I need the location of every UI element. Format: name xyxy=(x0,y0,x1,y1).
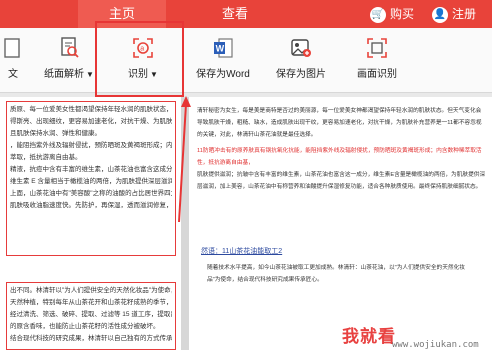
toolbar: 文 纸面解析 ▼ a 识别 ▼ W 保存为Word 保存为图片 画面识别 xyxy=(0,28,492,93)
register-button[interactable]: 👤 注册 xyxy=(432,0,476,28)
recognized-paragraph: 随着技术水平提高，如今山茶花油被取工更加成熟。林清轩：山茶花油，以"为人们提供安… xyxy=(207,265,465,283)
recognized-paragraph-highlight: 11防晒冲击有的原养肤真有钢抗氧化抗能，能阻挡紫外线及辐射侵扰，预防晒斑及黄褐斑… xyxy=(197,148,482,166)
paper-search-icon xyxy=(61,37,79,58)
word-icon: W xyxy=(214,38,233,58)
save-as-word-label: 保存为Word xyxy=(196,69,250,80)
text-line: 的原含香味，也能防止山茶花籽的活性成分被破坏。 xyxy=(10,323,160,330)
paper-parse-label: 纸面解析 xyxy=(44,69,85,80)
text-line: ，能阻挡紫外线及辐射侵扰，预防晒斑及黄褐斑形成；内含糯质 xyxy=(10,142,172,149)
save-as-image-label: 保存为图片 xyxy=(276,69,326,80)
top-menu-bar: 主页 查看 🛒 购买 👤 注册 xyxy=(0,0,492,28)
text-block: 出不同。林清轩以"为人们提供安全的天然化妆品"为使命，从 天然种植，特别每年从山茶… xyxy=(7,283,175,347)
watermark-url: www.wojiukan.com xyxy=(392,340,479,350)
save-as-word-button[interactable]: W 保存为Word xyxy=(188,36,258,80)
paper-parse-button[interactable]: 纸面解析 ▼ xyxy=(34,36,104,80)
screen-capture-icon xyxy=(367,38,387,58)
text-line: 且肌肤保持水润、弹性和健康。 xyxy=(10,130,101,137)
chevron-down-icon[interactable]: ▼ xyxy=(86,70,94,79)
screen-recognize-button[interactable]: 画面识别 xyxy=(342,36,412,80)
text-line: 维生素 E 含量相当于橄榄油的两倍，为肌肤提供深层滋润，加 xyxy=(10,178,172,185)
watermark-text: 我就看 xyxy=(342,327,396,346)
document-icon xyxy=(4,38,20,58)
text-line: 经过清洗、筛选、破碎、提取、过滤等 15 道工序，提取出有效 xyxy=(10,311,172,318)
watermark: 我就看 www.wojiukan.com xyxy=(330,322,492,350)
text-block-frame[interactable]: 质原、每一位爱美女性都渴望保持年轻水润的肌肤状态，但天 得斯亮、出现细纹，更容易加… xyxy=(6,101,176,256)
text-line: 萃取，抵抗游离自由基。 xyxy=(10,154,82,161)
text-line: 得斯亮、出现细纹，更容易加速老化，对抗干燥、为肌肤补充营 xyxy=(10,118,172,125)
text-line: 质原、每一位爱美女性都渴望保持年轻水润的肌肤状态，但天 xyxy=(10,106,172,113)
recognized-paragraph: 肌肤提供滋润；抗皱中含有丰富的维生素，山茶花油也富含这一成分，维生素E含量是橄榄… xyxy=(197,172,486,190)
buy-button[interactable]: 🛒 购买 xyxy=(370,0,414,28)
svg-text:W: W xyxy=(216,44,225,54)
text-line: 天然种植，特别每年从山茶花开和山茶花籽成熟的季节，科研人员 xyxy=(10,299,172,306)
text-block: 质原、每一位爱美女性都渴望保持年轻水润的肌肤状态，但天 得斯亮、出现细纹，更容易加… xyxy=(7,102,175,214)
text-line: 上面，山茶花油中有"美容酸"之称的油酸的占比居世界四大木本 xyxy=(10,190,172,197)
text-line: 精液，抗痘中含有丰富的维生素，山茶花油也富含这成分。 xyxy=(10,166,172,173)
text-block-frame[interactable]: 出不同。林清轩以"为人们提供安全的天然化妆品"为使命，从 天然种植，特别每年从山茶… xyxy=(6,282,176,350)
image-icon xyxy=(291,39,311,57)
text-line: 结合现代科技的研究成果，林清轩以自己独有的方式传承"匠心" xyxy=(10,335,172,342)
highlight-box xyxy=(95,21,184,97)
screen-recognize-label: 画面识别 xyxy=(357,69,397,80)
cart-icon: 🛒 xyxy=(370,6,386,23)
right-recognized-pane[interactable]: 清轩秘密为女生，每是美是商特是否过的美丽源，每一位爱美女神都渴望保持年轻水润的肌… xyxy=(189,97,492,350)
save-as-image-button[interactable]: 保存为图片 xyxy=(266,36,336,80)
recognized-heading: 然语：11山茶花油能取工2 xyxy=(201,248,283,255)
text-line: 肌肤吸收油脂速度快。先防护，再保湿，透而滋润修复，一瓶就 xyxy=(10,202,172,209)
register-label: 注册 xyxy=(452,7,477,21)
annotation-arrow xyxy=(178,96,191,223)
recognized-text: 清轩秘密为女生，每是美是商特是否过的美丽源，每一位爱美女神都渴望保持年轻水润的肌… xyxy=(197,105,487,193)
tab-view[interactable]: 查看 xyxy=(205,0,265,28)
text-line: 出不同。林清轩以"为人们提供安全的天然化妆品"为使命，从 xyxy=(10,287,172,294)
user-icon: 👤 xyxy=(432,6,448,23)
recognized-paragraph: 清轩秘密为女生，每是美是商特是否过的美丽源，每一位爱美女神都渴望保持年轻水润的肌… xyxy=(197,108,482,138)
buy-label: 购买 xyxy=(390,7,415,21)
